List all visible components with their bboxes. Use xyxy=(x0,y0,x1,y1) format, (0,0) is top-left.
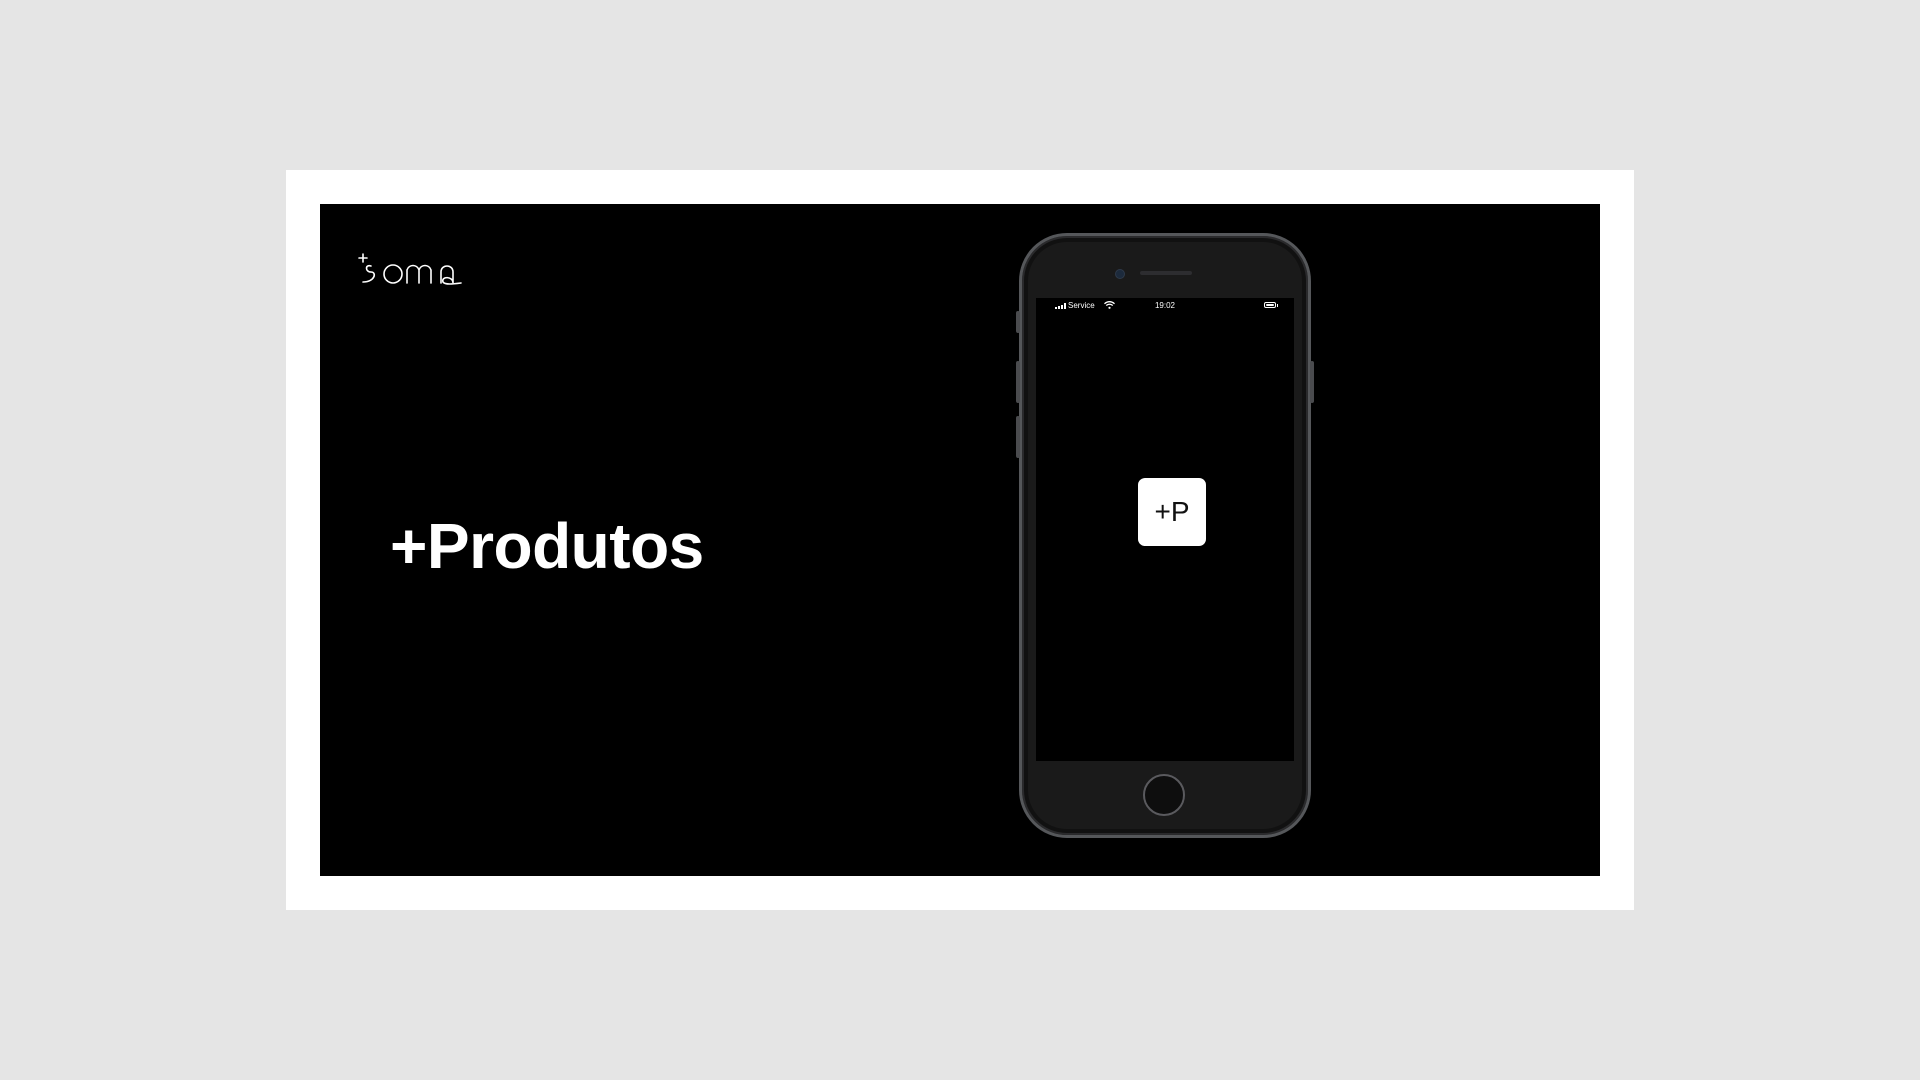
speaker-grille xyxy=(1140,271,1192,275)
phone-volume-down xyxy=(1016,416,1020,458)
battery-icon xyxy=(1264,302,1276,308)
soma-logo xyxy=(358,253,462,285)
page-title: +Produtos xyxy=(390,510,704,582)
app-icon-label: +P xyxy=(1154,496,1190,527)
slide: +Produtos Service 19:02 +P xyxy=(320,204,1600,876)
battery-tip xyxy=(1277,304,1278,307)
app-icon[interactable]: +P xyxy=(1138,478,1206,546)
phone-screen: Service 19:02 +P xyxy=(1036,298,1294,761)
status-bar: Service 19:02 xyxy=(1036,298,1294,314)
home-button[interactable] xyxy=(1143,774,1185,816)
phone-power-button xyxy=(1310,361,1314,403)
phone-volume-up xyxy=(1016,361,1020,403)
phone-mute-switch xyxy=(1016,311,1020,333)
phone-mockup: Service 19:02 +P xyxy=(1016,233,1314,838)
camera-icon xyxy=(1115,269,1125,279)
slide-frame: +Produtos Service 19:02 +P xyxy=(286,170,1634,910)
status-time: 19:02 xyxy=(1154,301,1176,310)
